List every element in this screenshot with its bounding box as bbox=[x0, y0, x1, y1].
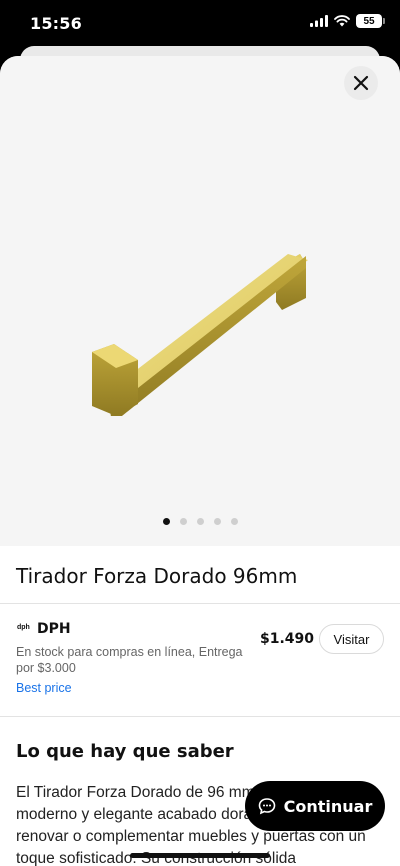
stock-text: En stock para compras en línea, Entrega … bbox=[16, 645, 243, 675]
carousel-dot[interactable] bbox=[230, 518, 238, 525]
product-sheet: Tirador Forza Dorado 96mm dph DPH En sto… bbox=[0, 56, 400, 866]
wifi-icon bbox=[334, 15, 350, 27]
product-title: Tirador Forza Dorado 96mm bbox=[16, 564, 298, 588]
carousel-dot[interactable] bbox=[162, 518, 170, 525]
close-icon bbox=[353, 75, 369, 91]
status-bar: 15:56 55 bbox=[0, 0, 400, 48]
carousel-dot[interactable] bbox=[213, 518, 221, 525]
image-gallery[interactable] bbox=[0, 56, 400, 546]
signal-icon bbox=[310, 15, 328, 27]
product-image bbox=[92, 254, 308, 416]
carousel-dot[interactable] bbox=[179, 518, 187, 525]
status-time: 15:56 bbox=[30, 14, 82, 33]
seller-name: DPH bbox=[37, 621, 71, 637]
home-indicator[interactable] bbox=[130, 853, 270, 858]
chat-icon bbox=[258, 798, 275, 815]
section-title: Lo que hay que saber bbox=[16, 741, 234, 762]
close-button[interactable] bbox=[344, 66, 378, 100]
seller-logo: dph bbox=[17, 624, 30, 631]
best-price-badge: Best price bbox=[16, 681, 72, 695]
carousel-dot[interactable] bbox=[196, 518, 204, 525]
continue-button[interactable]: Continuar bbox=[245, 781, 385, 831]
offer-row[interactable]: dph DPH En stock para compras en línea, … bbox=[0, 604, 400, 716]
status-icons: 55 bbox=[310, 14, 385, 28]
price: $1.490 bbox=[260, 631, 315, 647]
visit-button[interactable]: Visitar bbox=[319, 624, 384, 654]
battery-icon: 55 bbox=[356, 14, 385, 28]
continue-label: Continuar bbox=[283, 796, 373, 816]
divider bbox=[0, 716, 400, 717]
carousel-dots[interactable] bbox=[0, 518, 400, 525]
